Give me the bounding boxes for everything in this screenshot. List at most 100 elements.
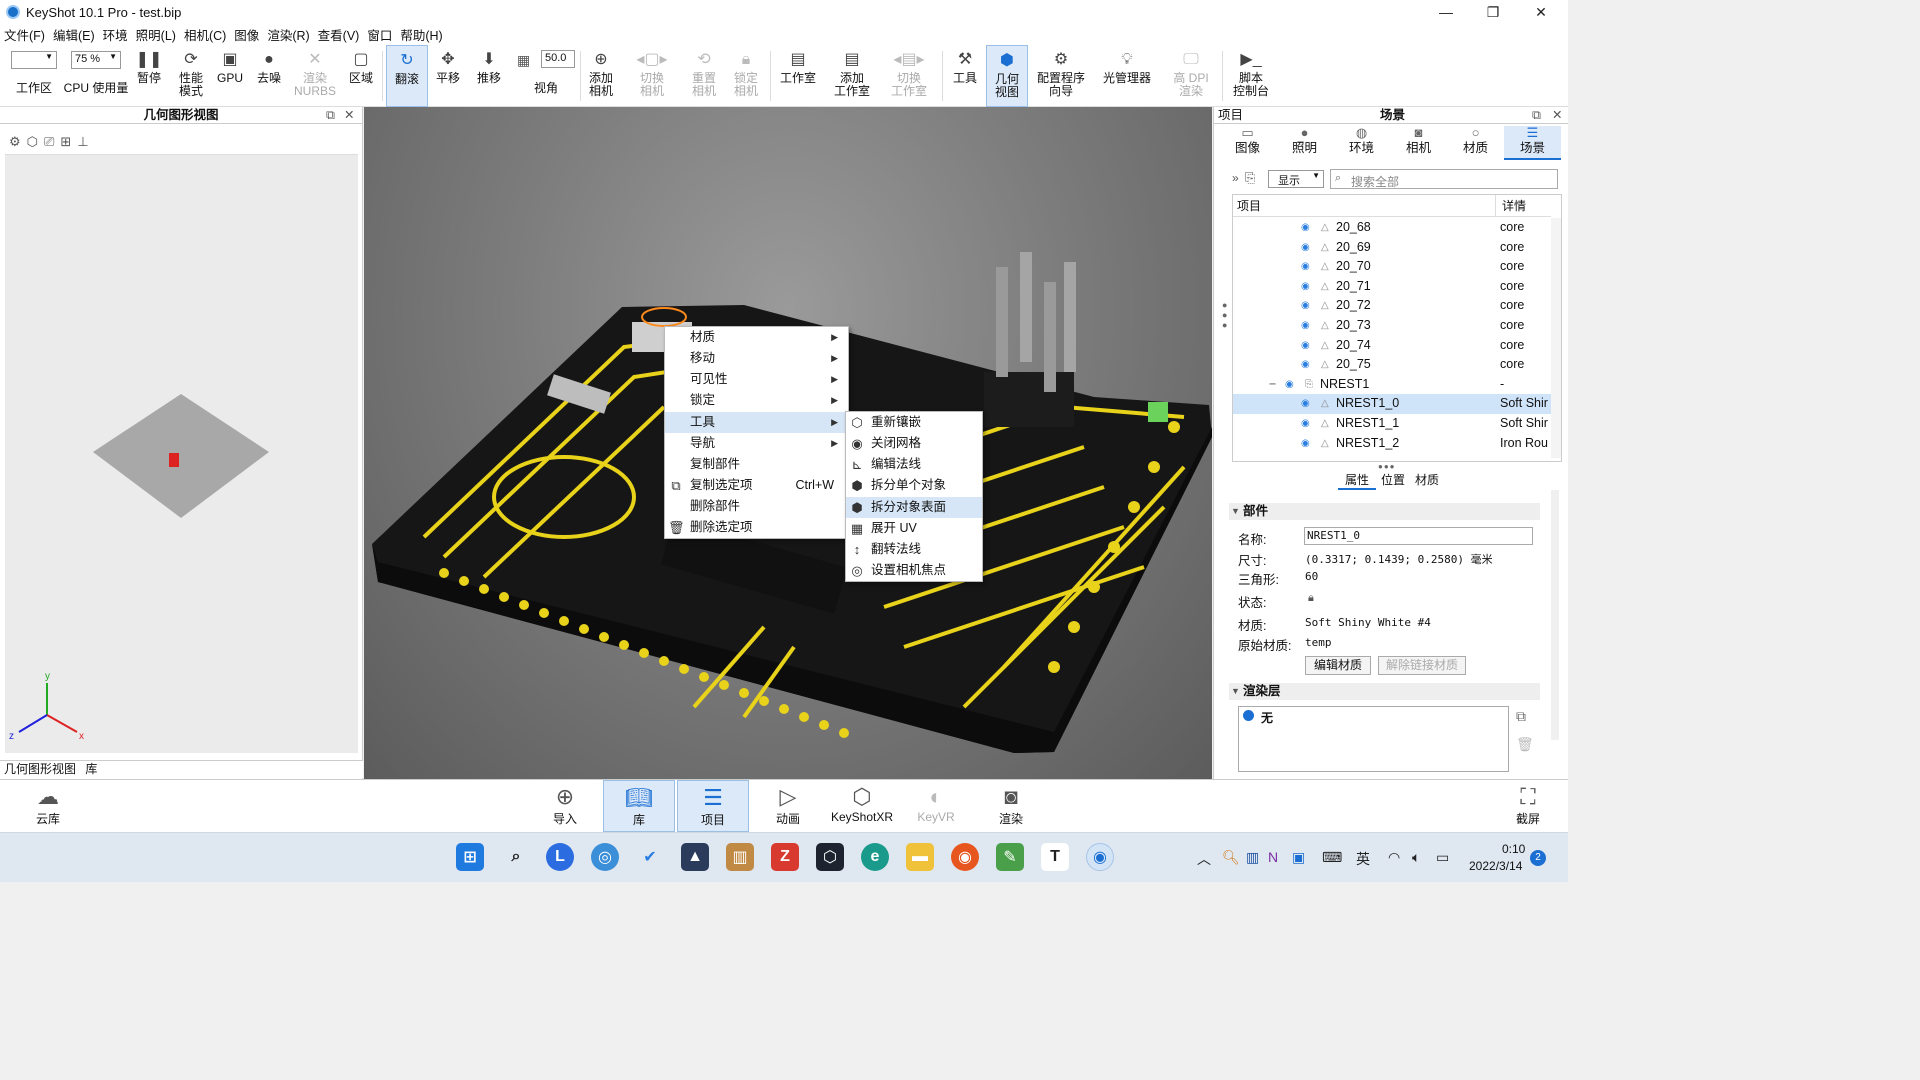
close-panel-icon[interactable]: ✕ bbox=[1552, 107, 1562, 124]
undock-icon[interactable]: ⧉ bbox=[1532, 107, 1541, 124]
menu-item-duplicate-selected[interactable]: ⧉ 复制选定项 Ctrl+W bbox=[665, 475, 848, 496]
notepad-app-icon[interactable]: ✎ bbox=[996, 843, 1024, 871]
cat-app-icon[interactable]: ▲ bbox=[681, 843, 709, 871]
undock-icon[interactable]: ⧉ bbox=[326, 107, 335, 124]
menu-item-duplicate-part[interactable]: 复制部件 bbox=[665, 454, 848, 475]
submenu-item-retessellate[interactable]: ⬡ 重新镶嵌 bbox=[846, 412, 982, 433]
tools-button[interactable]: ⚒ 工具 bbox=[948, 45, 982, 107]
menu-item-tools[interactable]: 工具 ▶ bbox=[665, 412, 848, 433]
tree-row-group[interactable]: − ◉ ⎘ NREST1 - bbox=[1233, 375, 1551, 395]
light-manager-button[interactable]: 💡︎ 光管理器 bbox=[1100, 45, 1154, 107]
geometry-view-canvas[interactable]: y x z bbox=[5, 155, 358, 753]
collapse-toggle-icon[interactable]: − bbox=[1269, 375, 1276, 395]
visibility-eye-icon[interactable]: ◉ bbox=[1301, 301, 1315, 311]
high-dpi-render-button[interactable]: 🖵︎ 高 DPI 渲染 bbox=[1168, 45, 1214, 107]
visibility-eye-icon[interactable]: ◉ bbox=[1301, 360, 1315, 370]
z-app-icon[interactable]: Z bbox=[771, 843, 799, 871]
tab-lighting[interactable]: ● 照明 bbox=[1276, 126, 1333, 160]
menu-item-material[interactable]: 材质 ▶ bbox=[665, 327, 848, 348]
submenu-item-flip-normals[interactable]: ↕ 翻转法线 bbox=[846, 539, 982, 560]
keyshot-taskbar-icon[interactable]: ◉ bbox=[1086, 843, 1114, 871]
keyshotxr-button[interactable]: ⬡ KeyShotXR bbox=[826, 780, 898, 832]
tree-scrollbar[interactable] bbox=[1551, 218, 1561, 458]
tray-book-icon[interactable]: ▥ bbox=[1246, 849, 1259, 866]
menu-view[interactable]: 查看(V) bbox=[318, 25, 360, 44]
render-layer-list[interactable]: 无 bbox=[1238, 706, 1509, 772]
dev-app-icon[interactable]: ⬡ bbox=[816, 843, 844, 871]
lock-state-icon[interactable]: 🔒︎ bbox=[1308, 592, 1314, 605]
menu-lighting[interactable]: 照明(L) bbox=[136, 25, 176, 44]
animation-button[interactable]: ▷ 动画 bbox=[752, 780, 824, 832]
tree-row[interactable]: ◉ △ NREST1_2 Iron Rou bbox=[1233, 434, 1551, 454]
part-name-input[interactable]: NREST1_0 bbox=[1304, 527, 1533, 545]
section-render-layers[interactable]: ▼ 渲染层 bbox=[1229, 683, 1540, 700]
tab-library[interactable]: 库 bbox=[85, 762, 97, 776]
tree-row[interactable]: ◉ △ 20_75 core bbox=[1233, 355, 1551, 375]
display-filter-dropdown[interactable]: 显示 ▼ bbox=[1268, 170, 1324, 188]
reset-camera-button[interactable]: ⟲ 重置 相机 bbox=[688, 45, 720, 107]
cube-view-icon[interactable]: ⬡ bbox=[27, 134, 38, 150]
splitter-handle-icon[interactable]: ●●● bbox=[1378, 462, 1396, 471]
library-button[interactable]: 📖︎ 库 bbox=[603, 780, 675, 832]
tab-scene[interactable]: ☰ 场景 bbox=[1504, 126, 1561, 160]
camera-frame-icon[interactable]: ⎚ bbox=[44, 134, 54, 150]
menu-item-delete-selected[interactable]: 🗑︎ 删除选定项 bbox=[665, 517, 848, 538]
menu-image[interactable]: 图像 bbox=[234, 25, 259, 44]
clock-date[interactable]: 2022/3/14 bbox=[1469, 859, 1522, 873]
gpu-button[interactable]: ▣ GPU bbox=[215, 45, 245, 107]
app-l-icon[interactable]: L bbox=[546, 843, 574, 871]
import-button[interactable]: ⊕ 导入 bbox=[529, 780, 601, 832]
panel-splitter-icon[interactable]: ● ● ● bbox=[1222, 300, 1230, 330]
switch-studio-button[interactable]: ◂▤▸ 切换 工作室 bbox=[886, 45, 932, 107]
search-icon[interactable]: ⌕ bbox=[502, 843, 530, 871]
minimize-button[interactable]: — bbox=[1423, 0, 1469, 24]
text-app-icon[interactable]: T bbox=[1041, 843, 1069, 871]
onenote-icon[interactable]: N bbox=[1268, 849, 1278, 865]
firefox-icon[interactable]: ◉ bbox=[951, 843, 979, 871]
menu-item-visibility[interactable]: 可见性 ▶ bbox=[665, 369, 848, 390]
visibility-eye-icon[interactable]: ◉ bbox=[1301, 242, 1315, 253]
add-studio-button[interactable]: ▤ 添加 工作室 bbox=[830, 45, 874, 107]
performance-mode-button[interactable]: ⟳ 性能 模式 bbox=[172, 45, 210, 107]
close-button[interactable]: ✕ bbox=[1518, 0, 1564, 24]
tab-image[interactable]: ▭ 图像 bbox=[1219, 126, 1276, 160]
tab-geometry-view[interactable]: 几何图形视图 bbox=[4, 762, 76, 776]
denoise-button[interactable]: ● 去噪 bbox=[252, 45, 286, 107]
menu-edit[interactable]: 编辑(E) bbox=[53, 25, 95, 44]
grid-toggle-icon[interactable]: ⊞ bbox=[60, 134, 71, 150]
edge-browser-icon[interactable]: e bbox=[861, 843, 889, 871]
region-button[interactable]: ▢ 区域 bbox=[345, 45, 377, 107]
clock-time[interactable]: 0:10 bbox=[1502, 842, 1525, 856]
lock-camera-button[interactable]: 🔒︎ 锁定 相机 bbox=[730, 45, 762, 107]
visibility-eye-icon[interactable]: ◉ bbox=[1301, 419, 1315, 429]
dolly-button[interactable]: ⬇ 推移 bbox=[472, 45, 506, 107]
ime-language-indicator[interactable]: 英 bbox=[1356, 849, 1370, 869]
tree-row[interactable]: ◉ △ 20_72 core bbox=[1233, 296, 1551, 316]
axis-gizmo-icon[interactable]: ⊥ bbox=[77, 134, 88, 150]
menu-environment[interactable]: 环境 bbox=[103, 25, 128, 44]
visibility-eye-icon[interactable]: ◉ bbox=[1285, 379, 1299, 390]
render-button[interactable]: ◙ 渲染 bbox=[975, 780, 1047, 832]
render-nurbs-button[interactable]: ✕ 渲染 NURBS bbox=[293, 45, 337, 107]
menu-item-lock[interactable]: 锁定 ▶ bbox=[665, 390, 848, 411]
browser-app-icon[interactable]: ◎ bbox=[591, 843, 619, 871]
subtab-properties[interactable]: 属性 bbox=[1338, 471, 1376, 490]
submenu-item-split-object[interactable]: ⬢ 拆分单个对象 bbox=[846, 475, 982, 496]
menu-window[interactable]: 窗口 bbox=[367, 25, 392, 44]
scene-search-input[interactable]: ⌕ 搜索全部 bbox=[1330, 169, 1558, 189]
tree-row-selected[interactable]: ◉ △ NREST1_0 Soft Shir bbox=[1233, 394, 1551, 414]
fov-input[interactable]: 50.0 bbox=[541, 50, 575, 68]
delete-layer-icon[interactable]: 🗑︎ bbox=[1516, 736, 1534, 753]
add-camera-button[interactable]: ⊕ 添加 相机 bbox=[584, 45, 618, 107]
volume-icon[interactable]: 🔈︎ bbox=[1412, 849, 1420, 866]
keyvr-button[interactable]: ◐ KeyVR bbox=[900, 780, 972, 832]
tree-row[interactable]: ◉ △ 20_69 core bbox=[1233, 238, 1551, 258]
cpu-usage-dropdown[interactable]: 75 % ▼ bbox=[71, 51, 121, 69]
menu-item-delete-part[interactable]: 删除部件 bbox=[665, 496, 848, 517]
menu-file[interactable]: 文件(F) bbox=[4, 25, 45, 44]
tree-row[interactable]: ◉ △ 20_74 core bbox=[1233, 336, 1551, 356]
submenu-item-split-surfaces[interactable]: ⬢ 拆分对象表面 bbox=[846, 497, 982, 518]
configurator-wizard-button[interactable]: ⚙ 配置程序 向导 bbox=[1034, 45, 1088, 107]
tray-app-icon[interactable]: 🔍︎ bbox=[1222, 849, 1240, 866]
menu-item-navigate[interactable]: 导航 ▶ bbox=[665, 433, 848, 454]
